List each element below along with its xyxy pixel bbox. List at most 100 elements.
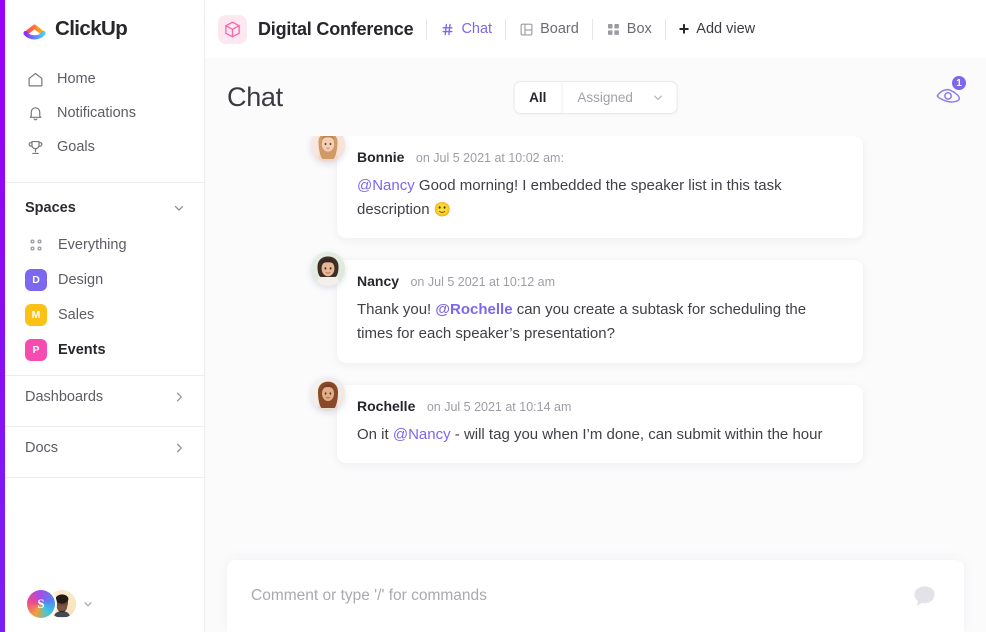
message-text-before: Thank you! <box>357 301 436 319</box>
sidebar-item-design-label: Design <box>58 271 104 288</box>
workspace-avatar[interactable]: S <box>27 590 55 618</box>
sidebar-item-goals-label: Goals <box>57 138 95 155</box>
board-icon <box>519 22 534 37</box>
sidebar-item-everything[interactable]: Everything <box>5 227 204 262</box>
message-meta: Rochelle on Jul 5 2021 at 10:14 am <box>357 399 843 415</box>
spaces-section-header[interactable]: Spaces <box>5 189 204 227</box>
spaces-list: Everything D Design M Sales P Events <box>5 227 204 367</box>
sidebar-item-events-label: Events <box>58 341 106 358</box>
topbar-divider-4 <box>664 18 666 40</box>
message-item: Rochelle on Jul 5 2021 at 10:14 am On it… <box>227 376 964 464</box>
mention-link[interactable]: @Nancy <box>393 426 451 443</box>
primary-nav: Home Notifications Goals <box>5 58 204 174</box>
trophy-icon <box>25 137 46 158</box>
sidebar-item-notifications-label: Notifications <box>57 104 136 121</box>
message-meta: Nancy on Jul 5 2021 at 10:12 am <box>357 274 843 290</box>
clickup-logo-icon <box>22 17 47 42</box>
tab-box[interactable]: Box <box>606 21 652 37</box>
sidebar-item-docs-label: Docs <box>25 440 59 456</box>
tab-chat[interactable]: Chat <box>440 21 492 37</box>
topbar-divider-2 <box>505 18 507 40</box>
chat-header: Chat All Assigned 1 <box>205 58 986 136</box>
chevron-right-icon <box>172 441 186 455</box>
topbar: Digital Conference Chat Board Box + Add … <box>205 0 986 58</box>
sidebar-item-sales[interactable]: M Sales <box>5 297 204 332</box>
clickup-logo-text: ClickUp <box>55 17 128 40</box>
add-view-button[interactable]: + Add view <box>679 20 755 38</box>
composer-zone <box>205 556 986 632</box>
tab-box-label: Box <box>626 21 652 37</box>
clickup-logo[interactable]: ClickUp <box>5 0 204 58</box>
sidebar-item-design[interactable]: D Design <box>5 262 204 297</box>
message-body: On it @Nancy - will tag you when I’m don… <box>357 423 843 447</box>
sidebar-item-dashboards[interactable]: Dashboards <box>5 376 204 418</box>
space-badge-design: D <box>25 268 47 291</box>
grid-dots-icon <box>25 234 47 256</box>
message-timestamp: on Jul 5 2021 at 10:02 am: <box>415 151 564 165</box>
sidebar-item-home-label: Home <box>57 70 96 87</box>
filter-all-button[interactable]: All <box>514 82 561 113</box>
home-icon <box>25 69 46 90</box>
message-text: Good morning! I embedded the speaker lis… <box>357 177 782 218</box>
sidebar-item-sales-label: Sales <box>58 306 95 323</box>
topbar-divider-1 <box>426 18 428 40</box>
tab-board-label: Board <box>540 21 579 37</box>
comment-composer[interactable] <box>227 560 964 632</box>
sidebar: ClickUp Home Notifications Goals Spaces … <box>0 0 205 632</box>
topbar-divider-3 <box>591 18 593 40</box>
message-bubble: Rochelle on Jul 5 2021 at 10:14 am On it… <box>337 384 863 464</box>
sidebar-item-dashboards-label: Dashboards <box>25 389 104 405</box>
chat-filter-toggle: All Assigned <box>513 80 678 114</box>
box-cube-icon <box>218 14 247 44</box>
bell-icon <box>25 103 46 124</box>
clickup-app-window: ClickUp Home Notifications Goals Spaces … <box>0 0 986 632</box>
comment-input[interactable] <box>251 587 940 605</box>
left-accent-strip <box>0 0 5 632</box>
watchers-count-badge: 1 <box>951 75 967 91</box>
message-bubble: Bonnie on Jul 5 2021 at 10:02 am: @Nancy… <box>337 136 863 239</box>
space-badge-events: P <box>25 338 47 361</box>
message-list: Bonnie on Jul 5 2021 at 10:02 am: @Nancy… <box>205 136 986 560</box>
hash-icon <box>440 22 455 37</box>
message-bubble: Nancy on Jul 5 2021 at 10:12 am Thank yo… <box>337 260 863 363</box>
sidebar-item-notifications[interactable]: Notifications <box>5 96 204 130</box>
message-meta: Bonnie on Jul 5 2021 at 10:02 am: <box>357 150 843 166</box>
mention-link[interactable]: @Rochelle <box>435 301 512 318</box>
filter-assigned-button[interactable]: Assigned <box>562 82 648 113</box>
tab-board[interactable]: Board <box>519 21 579 37</box>
chevron-right-icon <box>172 390 186 404</box>
plus-icon: + <box>678 19 690 39</box>
box-grid-icon <box>606 22 621 37</box>
sidebar-item-docs[interactable]: Docs <box>5 427 204 469</box>
message-body: Thank you! @Rochelle can you create a su… <box>357 298 843 345</box>
sidebar-item-events[interactable]: P Events <box>5 332 204 367</box>
space-badge-sales: M <box>25 303 47 326</box>
mention-link[interactable]: @Nancy <box>357 177 415 194</box>
chevron-down-icon[interactable] <box>648 91 677 104</box>
message-author: Bonnie <box>357 149 405 165</box>
watchers-button[interactable]: 1 <box>934 75 967 110</box>
message-item: Bonnie on Jul 5 2021 at 10:02 am: @Nancy… <box>227 136 964 239</box>
message-author: Nancy <box>357 273 400 290</box>
tab-chat-label: Chat <box>461 21 493 37</box>
sidebar-item-home[interactable]: Home <box>5 62 204 96</box>
eye-icon <box>934 88 964 114</box>
spaces-label: Spaces <box>25 200 76 216</box>
emoji-glyph: 🙂 <box>433 200 452 217</box>
chevron-down-icon[interactable] <box>172 201 186 215</box>
message-text: - will tag you when I’m done, can submit… <box>450 425 823 443</box>
sidebar-item-goals[interactable]: Goals <box>5 130 204 164</box>
message-timestamp: on Jul 5 2021 at 10:14 am <box>426 399 572 414</box>
sidebar-divider-1 <box>5 182 204 183</box>
sidebar-user-menu[interactable]: S <box>5 576 204 632</box>
avatar-rochelle[interactable] <box>311 376 345 411</box>
comment-bubble-icon[interactable] <box>911 583 938 610</box>
page-title: Chat <box>227 81 283 112</box>
message-text-before: On it <box>357 425 393 443</box>
message-item: Nancy on Jul 5 2021 at 10:12 am Thank yo… <box>227 252 964 363</box>
user-menu-chevron-down-icon[interactable] <box>83 599 93 609</box>
message-author: Rochelle <box>357 397 416 414</box>
message-timestamp: on Jul 5 2021 at 10:12 am <box>410 275 556 290</box>
add-view-label: Add view <box>696 21 756 37</box>
